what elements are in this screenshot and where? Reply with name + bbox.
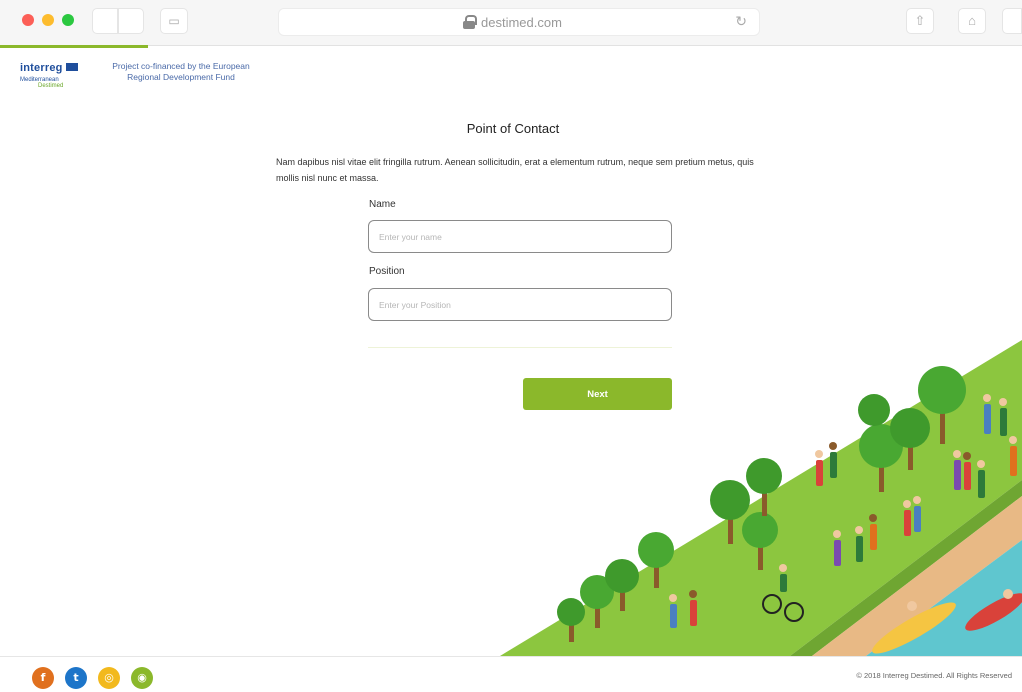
url-text: destimed.com — [481, 15, 562, 30]
footer-divider — [0, 656, 1022, 657]
park-illustration — [500, 340, 1022, 656]
kayak-red — [965, 593, 1022, 631]
logo-wordmark: interreg — [20, 62, 63, 74]
page-title: Point of Contact — [466, 121, 560, 136]
share-icon[interactable]: ⇧ — [906, 8, 934, 34]
position-input[interactable] — [368, 288, 672, 321]
intro-text: Nam dapibus nisl vitae elit fringilla ru… — [276, 157, 754, 183]
tabs-icon[interactable] — [1002, 8, 1022, 34]
copyright-text: © 2018 Interreg Destimed. All Rights Res… — [856, 671, 1012, 680]
people — [669, 394, 1017, 628]
rss-icon[interactable]: ◉ — [131, 667, 153, 689]
close-window-button[interactable] — [22, 14, 34, 26]
address-bar[interactable]: destimed.com ↻ — [278, 8, 760, 36]
reload-icon[interactable]: ↻ — [735, 13, 747, 30]
grass-edge — [790, 480, 1022, 656]
kayaker-head — [907, 601, 917, 611]
next-button[interactable]: Next — [523, 378, 672, 410]
page-load-progress — [0, 45, 148, 48]
forward-button[interactable] — [118, 8, 144, 34]
position-label: Position — [369, 266, 405, 277]
facebook-icon[interactable]: f — [32, 667, 54, 689]
back-button[interactable] — [92, 8, 118, 34]
kayaker-head-2 — [1003, 589, 1013, 599]
lock-icon — [463, 15, 477, 29]
zoom-window-button[interactable] — [62, 14, 74, 26]
name-label: Name — [369, 199, 396, 210]
cofinance-text: Project co-financed by the European Regi… — [112, 61, 250, 82]
logo-project: Destimed — [38, 83, 64, 89]
river — [866, 540, 1022, 656]
kayak-yellow — [872, 602, 956, 654]
minimize-window-button[interactable] — [42, 14, 54, 26]
eu-flag-icon — [65, 62, 78, 71]
browser-toolbar: ▭ destimed.com ↻ ⇧ ⌂ — [0, 0, 1022, 46]
walking-path — [812, 496, 1022, 656]
sidebar-toggle-icon[interactable]: ▭ — [160, 8, 188, 34]
form-divider — [368, 347, 672, 348]
name-input[interactable] — [368, 220, 672, 253]
bookmark-icon[interactable]: ⌂ — [958, 8, 986, 34]
interreg-logo[interactable]: interreg Mediterranean Destimed — [20, 58, 94, 89]
twitter-icon[interactable]: t — [65, 667, 87, 689]
instagram-icon[interactable]: ◎ — [98, 667, 120, 689]
